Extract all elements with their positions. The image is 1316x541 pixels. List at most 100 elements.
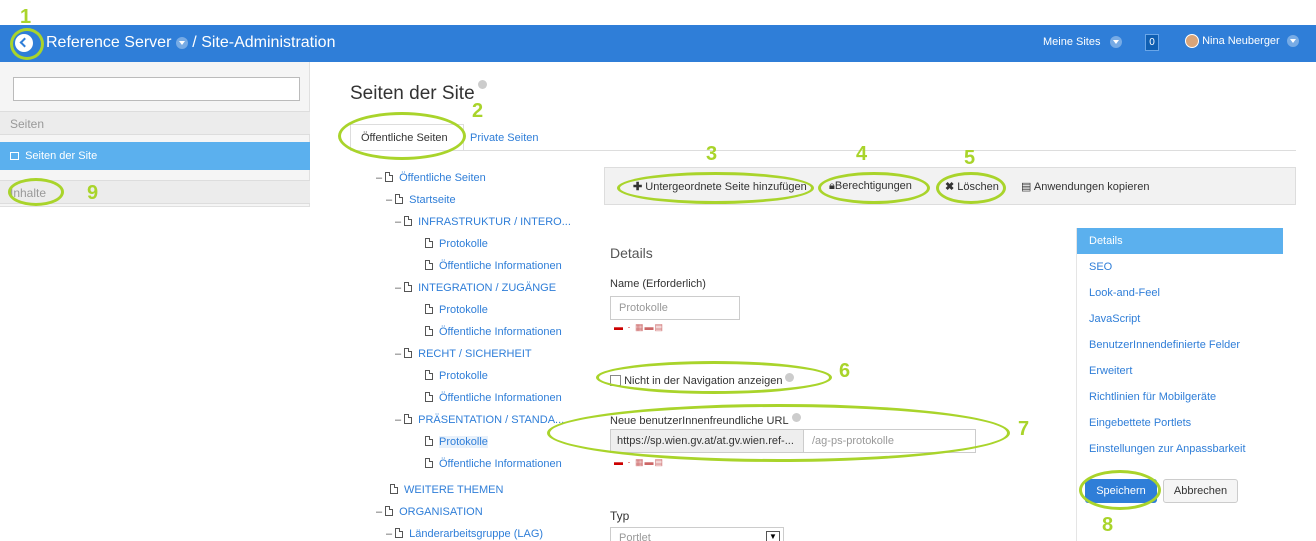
tree-item[interactable]: – Startseite bbox=[386, 194, 456, 206]
page-icon bbox=[404, 348, 413, 358]
annotation-number-7: 7 bbox=[1018, 418, 1030, 440]
annotation-number-6: 6 bbox=[839, 360, 851, 382]
site-dropdown-icon[interactable] bbox=[175, 36, 188, 49]
details-nav-item[interactable]: SEO bbox=[1089, 261, 1112, 273]
tree-item-label: Öffentliche Informationen bbox=[439, 260, 562, 272]
list-icon: ▤ bbox=[1021, 181, 1032, 193]
tree-item[interactable]: Öffentliche Informationen bbox=[425, 458, 562, 470]
annotation-ring-7 bbox=[547, 404, 1010, 462]
collapse-icon[interactable]: – bbox=[395, 282, 401, 294]
details-nav-item[interactable]: Erweitert bbox=[1089, 365, 1132, 377]
tree-item[interactable]: – ORGANISATION bbox=[376, 506, 483, 518]
name-field[interactable]: Protokolle bbox=[610, 296, 740, 320]
tree-item[interactable]: – INFRASTRUKTUR / INTERO... bbox=[395, 216, 571, 228]
annotation-ring-4 bbox=[818, 172, 930, 204]
page-icon bbox=[390, 484, 398, 494]
chevron-down-icon bbox=[1109, 36, 1122, 49]
collapse-icon[interactable]: – bbox=[386, 528, 392, 540]
annotation-number-1: 1 bbox=[20, 6, 32, 28]
tree-item[interactable]: Öffentliche Informationen bbox=[425, 326, 562, 338]
tree-item-label: Öffentliche Informationen bbox=[439, 326, 562, 338]
annotation-ring-2 bbox=[338, 112, 466, 160]
annotation-number-9: 9 bbox=[87, 182, 99, 204]
tree-item-label: PRÄSENTATION / STANDA... bbox=[418, 414, 565, 426]
sidebar-item-label: Seiten der Site bbox=[25, 150, 98, 162]
site-name[interactable]: Reference Server bbox=[46, 34, 171, 51]
details-nav-item[interactable]: JavaScript bbox=[1089, 313, 1140, 325]
tree-item-label: INTEGRATION / ZUGÄNGE bbox=[418, 282, 557, 294]
annotation-number-8: 8 bbox=[1102, 514, 1114, 536]
page-icon bbox=[404, 282, 413, 292]
sidebar-section-pages[interactable]: Seiten bbox=[0, 111, 310, 135]
page-icon bbox=[425, 238, 433, 248]
annotation-ring-6 bbox=[596, 361, 832, 394]
name-label: Name (Erforderlich) bbox=[610, 278, 706, 290]
collapse-icon[interactable]: – bbox=[376, 172, 382, 184]
tree-item-label: INFRASTRUKTUR / INTERO... bbox=[418, 216, 571, 228]
tree-item[interactable]: – INTEGRATION / ZUGÄNGE bbox=[395, 282, 556, 294]
tree-item[interactable]: WEITERE THEMEN bbox=[390, 484, 503, 496]
tree-item[interactable]: Protokolle bbox=[425, 238, 488, 250]
page-icon bbox=[425, 326, 433, 336]
annotation-ring-9 bbox=[8, 178, 64, 206]
tab-private-pages[interactable]: Private Seiten bbox=[470, 132, 538, 144]
collapse-icon[interactable]: – bbox=[395, 348, 401, 360]
page-title-text: Seiten der Site bbox=[350, 83, 475, 104]
annotation-number-2: 2 bbox=[472, 100, 484, 122]
collapse-icon[interactable]: – bbox=[386, 194, 392, 206]
page-icon bbox=[395, 194, 404, 204]
collapse-icon[interactable]: – bbox=[376, 506, 382, 518]
details-heading: Details bbox=[610, 245, 653, 261]
details-nav-item[interactable]: BenutzerInnendefinierte Felder bbox=[1089, 339, 1240, 351]
site-title: Reference Server / Site-Administration bbox=[46, 34, 335, 52]
my-sites-label: Meine Sites bbox=[1043, 36, 1101, 48]
tree-item[interactable]: Öffentliche Informationen bbox=[425, 260, 562, 272]
details-nav-item-active[interactable]: Details bbox=[1077, 228, 1283, 254]
tree-item-label: Protokolle bbox=[439, 304, 488, 316]
tree-item-label: Protokolle bbox=[439, 436, 488, 448]
tree-item[interactable]: – RECHT / SICHERHEIT bbox=[395, 348, 532, 360]
annotation-number-5: 5 bbox=[964, 147, 976, 169]
page-icon bbox=[385, 172, 394, 182]
language-flags[interactable]: ▬ · ▦▬▤ bbox=[614, 457, 664, 468]
tree-item-label: ORGANISATION bbox=[399, 506, 483, 518]
annotation-ring-1 bbox=[10, 28, 44, 60]
chevron-down-icon bbox=[1286, 35, 1299, 47]
tree-item-label: Protokolle bbox=[439, 370, 488, 382]
page-title: Seiten der Site bbox=[350, 80, 487, 105]
page-icon bbox=[425, 260, 433, 270]
annotation-ring-8 bbox=[1079, 470, 1161, 510]
pages-icon bbox=[10, 152, 19, 160]
tree-item[interactable]: Öffentliche Informationen bbox=[425, 392, 562, 404]
my-sites-menu[interactable]: Meine Sites bbox=[1043, 36, 1122, 49]
notification-badge[interactable]: 0 bbox=[1145, 34, 1159, 51]
tree-item[interactable]: Protokolle bbox=[425, 436, 488, 448]
language-flags[interactable]: ▬ · ▦▬▤ bbox=[614, 322, 664, 333]
top-bar: Reference Server / Site-Administration M… bbox=[0, 25, 1316, 62]
page-icon bbox=[425, 392, 433, 402]
admin-breadcrumb: / Site-Administration bbox=[192, 34, 336, 51]
collapse-icon[interactable]: – bbox=[395, 414, 401, 426]
details-nav-item[interactable]: Eingebettete Portlets bbox=[1089, 417, 1191, 429]
tree-item[interactable]: – PRÄSENTATION / STANDA... bbox=[395, 414, 564, 426]
details-nav-item[interactable]: Richtlinien für Mobilgeräte bbox=[1089, 391, 1216, 403]
sidebar-search-input[interactable] bbox=[13, 77, 300, 101]
type-select[interactable]: Portlet ▼ bbox=[610, 527, 784, 541]
help-icon[interactable] bbox=[477, 80, 487, 89]
annotation-number-4: 4 bbox=[856, 143, 868, 165]
tree-item[interactable]: – Öffentliche Seiten bbox=[376, 172, 486, 184]
page-icon bbox=[385, 506, 394, 516]
cancel-button[interactable]: Abbrechen bbox=[1163, 479, 1238, 503]
details-nav-item[interactable]: Einstellungen zur Anpassbarkeit bbox=[1089, 443, 1246, 455]
tree-item[interactable]: Protokolle bbox=[425, 370, 488, 382]
tree-item[interactable]: Protokolle bbox=[425, 304, 488, 316]
tree-item[interactable]: – Länderarbeitsgruppe (LAG) bbox=[386, 528, 543, 540]
sidebar-item-site-pages[interactable]: Seiten der Site bbox=[0, 142, 310, 170]
copy-applications-button[interactable]: ▤ Anwendungen kopieren bbox=[1021, 180, 1149, 193]
user-menu[interactable]: Nina Neuberger bbox=[1185, 34, 1299, 48]
avatar bbox=[1185, 34, 1199, 48]
type-value: Portlet bbox=[619, 532, 651, 541]
collapse-icon[interactable]: – bbox=[395, 216, 401, 228]
page-icon bbox=[425, 370, 433, 380]
details-nav-item[interactable]: Look-and-Feel bbox=[1089, 287, 1160, 299]
